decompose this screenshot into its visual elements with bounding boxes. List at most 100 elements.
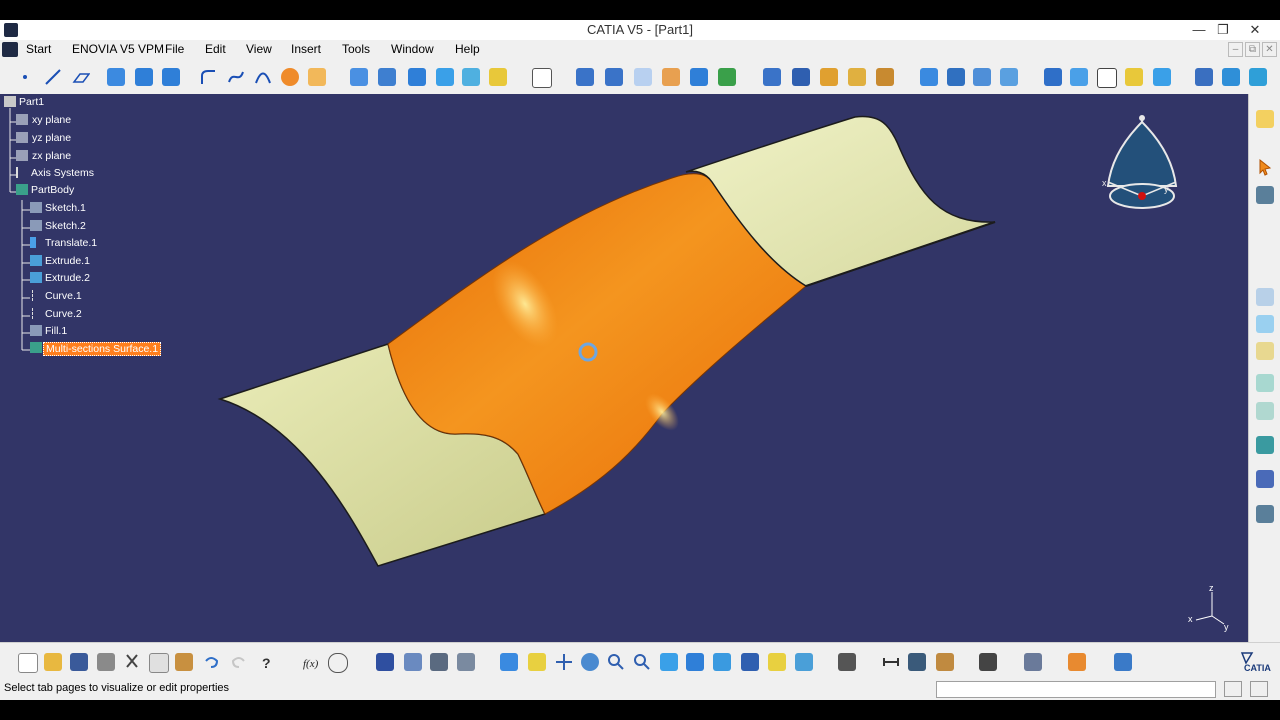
formula-icon[interactable] (1153, 68, 1171, 86)
menu-tools[interactable]: Tools (342, 42, 370, 56)
tree-item-extrude-1[interactable]: Extrude.1 (45, 255, 90, 267)
plane-tool-icon[interactable] (72, 68, 91, 86)
curvature-analysis-icon[interactable] (973, 68, 991, 86)
healing-icon[interactable] (489, 68, 507, 86)
catalog-icon[interactable] (876, 68, 894, 86)
command-input[interactable] (936, 681, 1216, 698)
menu-file[interactable]: File (165, 42, 184, 56)
surface-6-icon[interactable] (1256, 436, 1274, 454)
tree-item-curve-1[interactable]: Curve.1 (45, 290, 82, 302)
menu-view[interactable]: View (246, 42, 272, 56)
join-icon[interactable] (462, 68, 480, 86)
redo-icon[interactable] (230, 653, 248, 671)
specification-tree[interactable]: Part1 xy plane yz plane zx plane Axis Sy… (2, 96, 172, 358)
select-arrow-icon[interactable] (1256, 158, 1274, 176)
copy-icon[interactable] (149, 653, 169, 673)
conic-icon[interactable] (254, 68, 272, 86)
trim-icon[interactable] (634, 68, 652, 86)
print-icon[interactable] (97, 653, 115, 671)
mdi-minimize-button[interactable]: – (1228, 42, 1243, 57)
surface-7-icon[interactable] (1256, 470, 1274, 488)
tree-item-partbody[interactable]: PartBody (31, 184, 74, 196)
analysis-icon[interactable] (920, 68, 938, 86)
tree-item-fill-1[interactable]: Fill.1 (45, 325, 67, 337)
tree-item-extrude-2[interactable]: Extrude.2 (45, 272, 90, 284)
knowledge-icon[interactable] (1125, 68, 1143, 86)
mdi-close-button[interactable]: ✕ (1262, 42, 1277, 57)
offset-icon[interactable] (436, 68, 454, 86)
translate-tool-icon[interactable] (690, 68, 708, 86)
axis-system-tool-icon[interactable] (763, 68, 781, 86)
sketcher-icon[interactable] (532, 68, 552, 88)
cut-icon[interactable] (123, 653, 141, 671)
tree-root[interactable]: Part1 (19, 96, 44, 108)
fillet-icon[interactable] (199, 68, 217, 86)
command-button-1[interactable] (1224, 681, 1242, 697)
surface-3-icon[interactable] (1256, 342, 1274, 360)
draft-analysis-icon[interactable] (1000, 68, 1018, 86)
zoom-out-icon[interactable] (633, 653, 651, 671)
document-icon[interactable] (2, 42, 18, 57)
menu-insert[interactable]: Insert (291, 42, 321, 56)
blend-icon[interactable] (408, 68, 426, 86)
simulation-icon[interactable] (1114, 653, 1132, 671)
fill-tool-icon[interactable] (350, 68, 368, 86)
3d-viewport[interactable]: x y z x y Part1 xy plane yz plane zx pla… (0, 94, 1248, 642)
rotate-view-icon[interactable] (581, 653, 599, 671)
point-icon[interactable] (16, 68, 34, 86)
properties-icon[interactable] (1256, 110, 1274, 128)
surface-2-icon[interactable] (1256, 315, 1274, 333)
surface-1-icon[interactable] (1256, 288, 1274, 306)
shading-icon[interactable] (741, 653, 759, 671)
menu-edit[interactable]: Edit (205, 42, 226, 56)
helix-icon[interactable] (308, 68, 326, 86)
comment-icon[interactable] (328, 653, 348, 673)
fit-all-icon[interactable] (528, 653, 546, 671)
instantiate-icon[interactable] (1070, 68, 1088, 86)
new-icon[interactable] (18, 653, 38, 673)
tree-item-sketch-1[interactable]: Sketch.1 (45, 202, 86, 214)
law-icon[interactable] (1044, 68, 1062, 86)
camera-icon[interactable] (979, 653, 997, 671)
connect-curve-icon[interactable] (227, 68, 245, 86)
menu-enovia[interactable]: ENOVIA V5 VPM (72, 42, 164, 56)
measure-icon[interactable] (1097, 68, 1117, 88)
zoom-in-icon[interactable] (607, 653, 625, 671)
measure-between-bottom-icon[interactable] (882, 653, 900, 671)
surface-4-icon[interactable] (1256, 374, 1274, 392)
swap-space-icon[interactable] (795, 653, 813, 671)
surface-5-icon[interactable] (1256, 402, 1274, 420)
measure-between-icon[interactable] (1222, 68, 1240, 86)
command-button-2[interactable] (1250, 681, 1268, 697)
formula-fx-icon[interactable]: f(x) (302, 653, 320, 671)
snapshot-icon[interactable] (838, 653, 856, 671)
pan-icon[interactable] (555, 653, 573, 671)
extract-icon[interactable] (576, 68, 594, 86)
connect-checker-icon[interactable] (947, 68, 965, 86)
measure-inertia-icon[interactable] (936, 653, 954, 671)
menu-help[interactable]: Help (455, 42, 480, 56)
menu-start[interactable]: Start (26, 42, 51, 56)
hide-show-icon[interactable] (768, 653, 786, 671)
isometric-view-icon[interactable] (713, 653, 731, 671)
line-icon[interactable] (44, 68, 62, 86)
revolve-tool-icon[interactable] (135, 68, 153, 86)
mdi-restore-button[interactable]: ⧉ (1245, 42, 1260, 57)
snap-icon[interactable] (848, 68, 866, 86)
grid-icon[interactable] (792, 68, 810, 86)
scan-icon[interactable] (1195, 68, 1213, 86)
sweep-tool-icon[interactable] (162, 68, 180, 86)
geometry-set-icon[interactable] (457, 653, 475, 671)
boundary-icon[interactable] (662, 68, 680, 86)
split-icon[interactable] (605, 68, 623, 86)
gear-icon[interactable] (430, 653, 448, 671)
measure-item-icon[interactable] (908, 653, 926, 671)
menu-window[interactable]: Window (391, 42, 434, 56)
normal-view-icon[interactable] (660, 653, 678, 671)
multi-view-icon[interactable] (686, 653, 704, 671)
tree-expand-icon[interactable] (404, 653, 422, 671)
fly-mode-icon[interactable] (500, 653, 518, 671)
whats-this-icon[interactable]: ? (258, 653, 276, 671)
tree-item-zx-plane[interactable]: zx plane (32, 150, 71, 162)
tree-item-xy-plane[interactable]: xy plane (32, 114, 71, 126)
